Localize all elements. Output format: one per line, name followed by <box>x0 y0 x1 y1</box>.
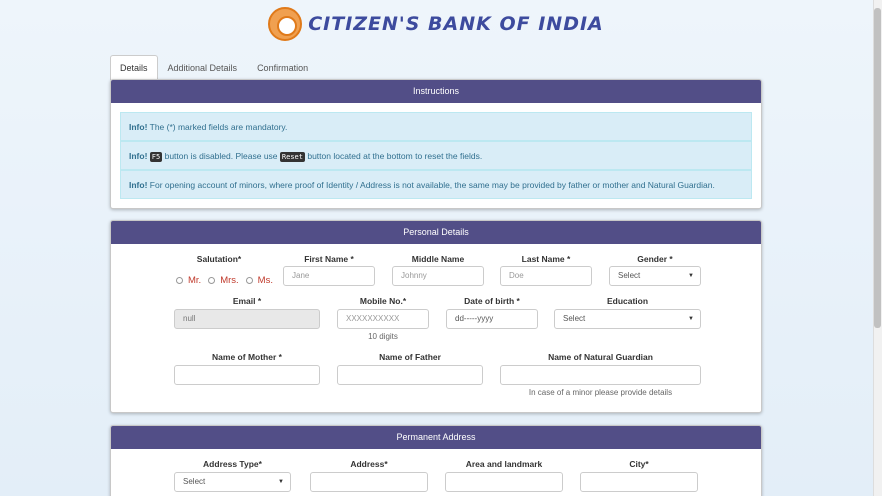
key-f5: F5 <box>149 151 163 162</box>
radio-mrs[interactable] <box>208 277 216 284</box>
last-name-label: Last Name * <box>521 254 571 264</box>
radio-ms[interactable] <box>245 277 253 284</box>
mobile-input[interactable]: XXXXXXXXXX <box>337 309 429 329</box>
page-scrollbar[interactable] <box>873 0 882 496</box>
city-label: City* <box>629 459 649 469</box>
tab-confirmation[interactable]: Confirmation <box>247 55 318 80</box>
salutation-ms-label: Ms. <box>257 275 273 286</box>
father-name-label: Name of Father <box>379 352 441 362</box>
key-reset: Reset <box>279 151 305 162</box>
address-type-label: Address Type* <box>203 459 262 469</box>
info-f5-disabled: Info! F5 button is disabled. Please use … <box>120 141 752 170</box>
education-value: Select <box>563 314 586 323</box>
info-text: button located at the bottom to reset th… <box>304 151 483 161</box>
info-prefix: Info! <box>129 122 148 132</box>
city-input[interactable] <box>580 472 698 492</box>
chevron-down-icon: ▼ <box>688 316 694 322</box>
form-tabs: Details Additional Details Confirmation <box>110 55 318 80</box>
radio-mr[interactable] <box>176 277 183 284</box>
gender-label: Gender * <box>637 254 673 264</box>
info-text: For opening account of minors, where pro… <box>147 180 715 190</box>
mobile-label: Mobile No.* <box>359 296 407 306</box>
dob-input[interactable]: dd-----yyyy <box>446 309 538 329</box>
address-label: Address* <box>350 459 388 469</box>
chevron-down-icon: ▼ <box>688 273 694 279</box>
gender-select[interactable]: Select ▼ <box>609 266 701 286</box>
personal-details-panel: Personal Details Salutation* Mr. Mrs. Ms… <box>110 220 762 413</box>
salutation-label: Salutation* <box>196 254 242 264</box>
address-type-value: Select <box>183 477 206 486</box>
guardian-name-input[interactable] <box>500 365 701 385</box>
email-input[interactable]: null <box>174 309 320 329</box>
mother-name-input[interactable] <box>174 365 320 385</box>
guardian-help: In case of a minor please provide detail… <box>528 388 673 397</box>
instructions-panel: Instructions Info! The (*) marked fields… <box>110 79 762 209</box>
area-landmark-label: Area and landmark <box>465 459 543 469</box>
salutation-mrs-label: Mrs. <box>220 275 239 286</box>
address-type-select[interactable]: Select ▼ <box>174 472 291 492</box>
mother-name-label: Name of Mother * <box>212 352 282 362</box>
info-text: The (*) marked fields are mandatory. <box>147 122 288 132</box>
permanent-address-panel: Permanent Address Address Type* Select ▼ … <box>110 425 762 496</box>
info-prefix: Info! <box>129 151 148 161</box>
education-select[interactable]: Select ▼ <box>554 309 701 329</box>
scrollbar-thumb[interactable] <box>874 8 881 328</box>
tab-details[interactable]: Details <box>110 55 158 80</box>
salutation-group: Mr. Mrs. Ms. <box>176 275 275 286</box>
education-label: Education <box>606 296 649 306</box>
email-label: Email * <box>232 296 262 306</box>
bank-header: CITIZEN'S BANK OF INDIA <box>0 6 872 42</box>
info-mandatory: Info! The (*) marked fields are mandator… <box>120 112 752 141</box>
info-prefix: Info! <box>129 180 148 190</box>
bank-brand-name: CITIZEN'S BANK OF INDIA <box>308 13 604 35</box>
area-landmark-input[interactable] <box>445 472 563 492</box>
middle-name-label: Middle Name <box>411 254 465 264</box>
mobile-help: 10 digits <box>368 332 398 341</box>
first-name-input[interactable]: Jane <box>283 266 375 286</box>
tab-additional-details[interactable]: Additional Details <box>158 55 248 80</box>
info-minors: Info! For opening account of minors, whe… <box>120 170 752 199</box>
permanent-address-title: Permanent Address <box>111 426 761 449</box>
guardian-name-label: Name of Natural Guardian <box>548 352 653 362</box>
first-name-label: First Name * <box>304 254 354 264</box>
bank-logo-icon <box>268 7 303 41</box>
info-text: button is disabled. Please use <box>162 151 280 161</box>
father-name-input[interactable] <box>337 365 483 385</box>
salutation-mr-label: Mr. <box>188 275 202 286</box>
address-input[interactable] <box>310 472 428 492</box>
dob-label: Date of birth * <box>464 296 520 306</box>
gender-value: Select <box>618 271 641 280</box>
middle-name-input[interactable]: Johnny <box>392 266 484 286</box>
personal-details-title: Personal Details <box>111 221 761 244</box>
instructions-title: Instructions <box>111 80 761 103</box>
chevron-down-icon: ▼ <box>278 479 284 485</box>
last-name-input[interactable]: Doe <box>500 266 592 286</box>
